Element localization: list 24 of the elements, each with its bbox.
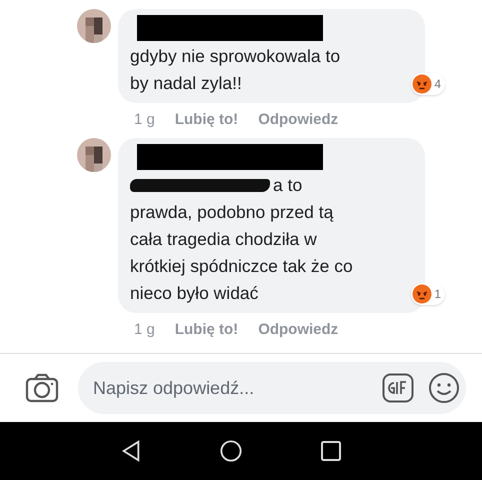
reaction-badge[interactable]: 4 <box>411 73 445 95</box>
gif-icon[interactable] <box>382 373 414 403</box>
avatar[interactable] <box>77 9 111 43</box>
comment-text: prawda, podobno przed tą cała tragedia chodziła w krótkiej spódniczce tak że co nieco było widać <box>130 201 354 305</box>
like-link[interactable]: Lubię to! <box>174 111 238 128</box>
recent-apps-icon[interactable] <box>320 440 342 462</box>
emoji-icon[interactable] <box>428 372 460 404</box>
comment-text: gdyby nie sprowokowala to by nadal zyla!! <box>130 45 342 95</box>
like-link[interactable]: Lubię to! <box>174 321 238 338</box>
back-icon[interactable] <box>120 440 142 462</box>
timestamp: 1 g <box>134 321 155 338</box>
angry-face-icon <box>412 284 432 304</box>
timestamp: 1 g <box>134 111 155 128</box>
reply-link[interactable]: Odpowiedz <box>258 321 338 338</box>
reaction-badge[interactable]: 1 <box>411 283 445 305</box>
reply-link[interactable]: Odpowiedz <box>258 111 338 128</box>
camera-icon[interactable] <box>25 373 59 403</box>
avatar[interactable] <box>77 138 111 172</box>
reaction-count: 4 <box>434 77 441 91</box>
reply-input-field[interactable]: Napisz odpowiedź... <box>78 362 466 414</box>
home-icon[interactable] <box>220 440 242 462</box>
comment-text: a to <box>273 174 302 197</box>
angry-face-icon <box>412 74 432 94</box>
reaction-count: 1 <box>434 287 441 301</box>
